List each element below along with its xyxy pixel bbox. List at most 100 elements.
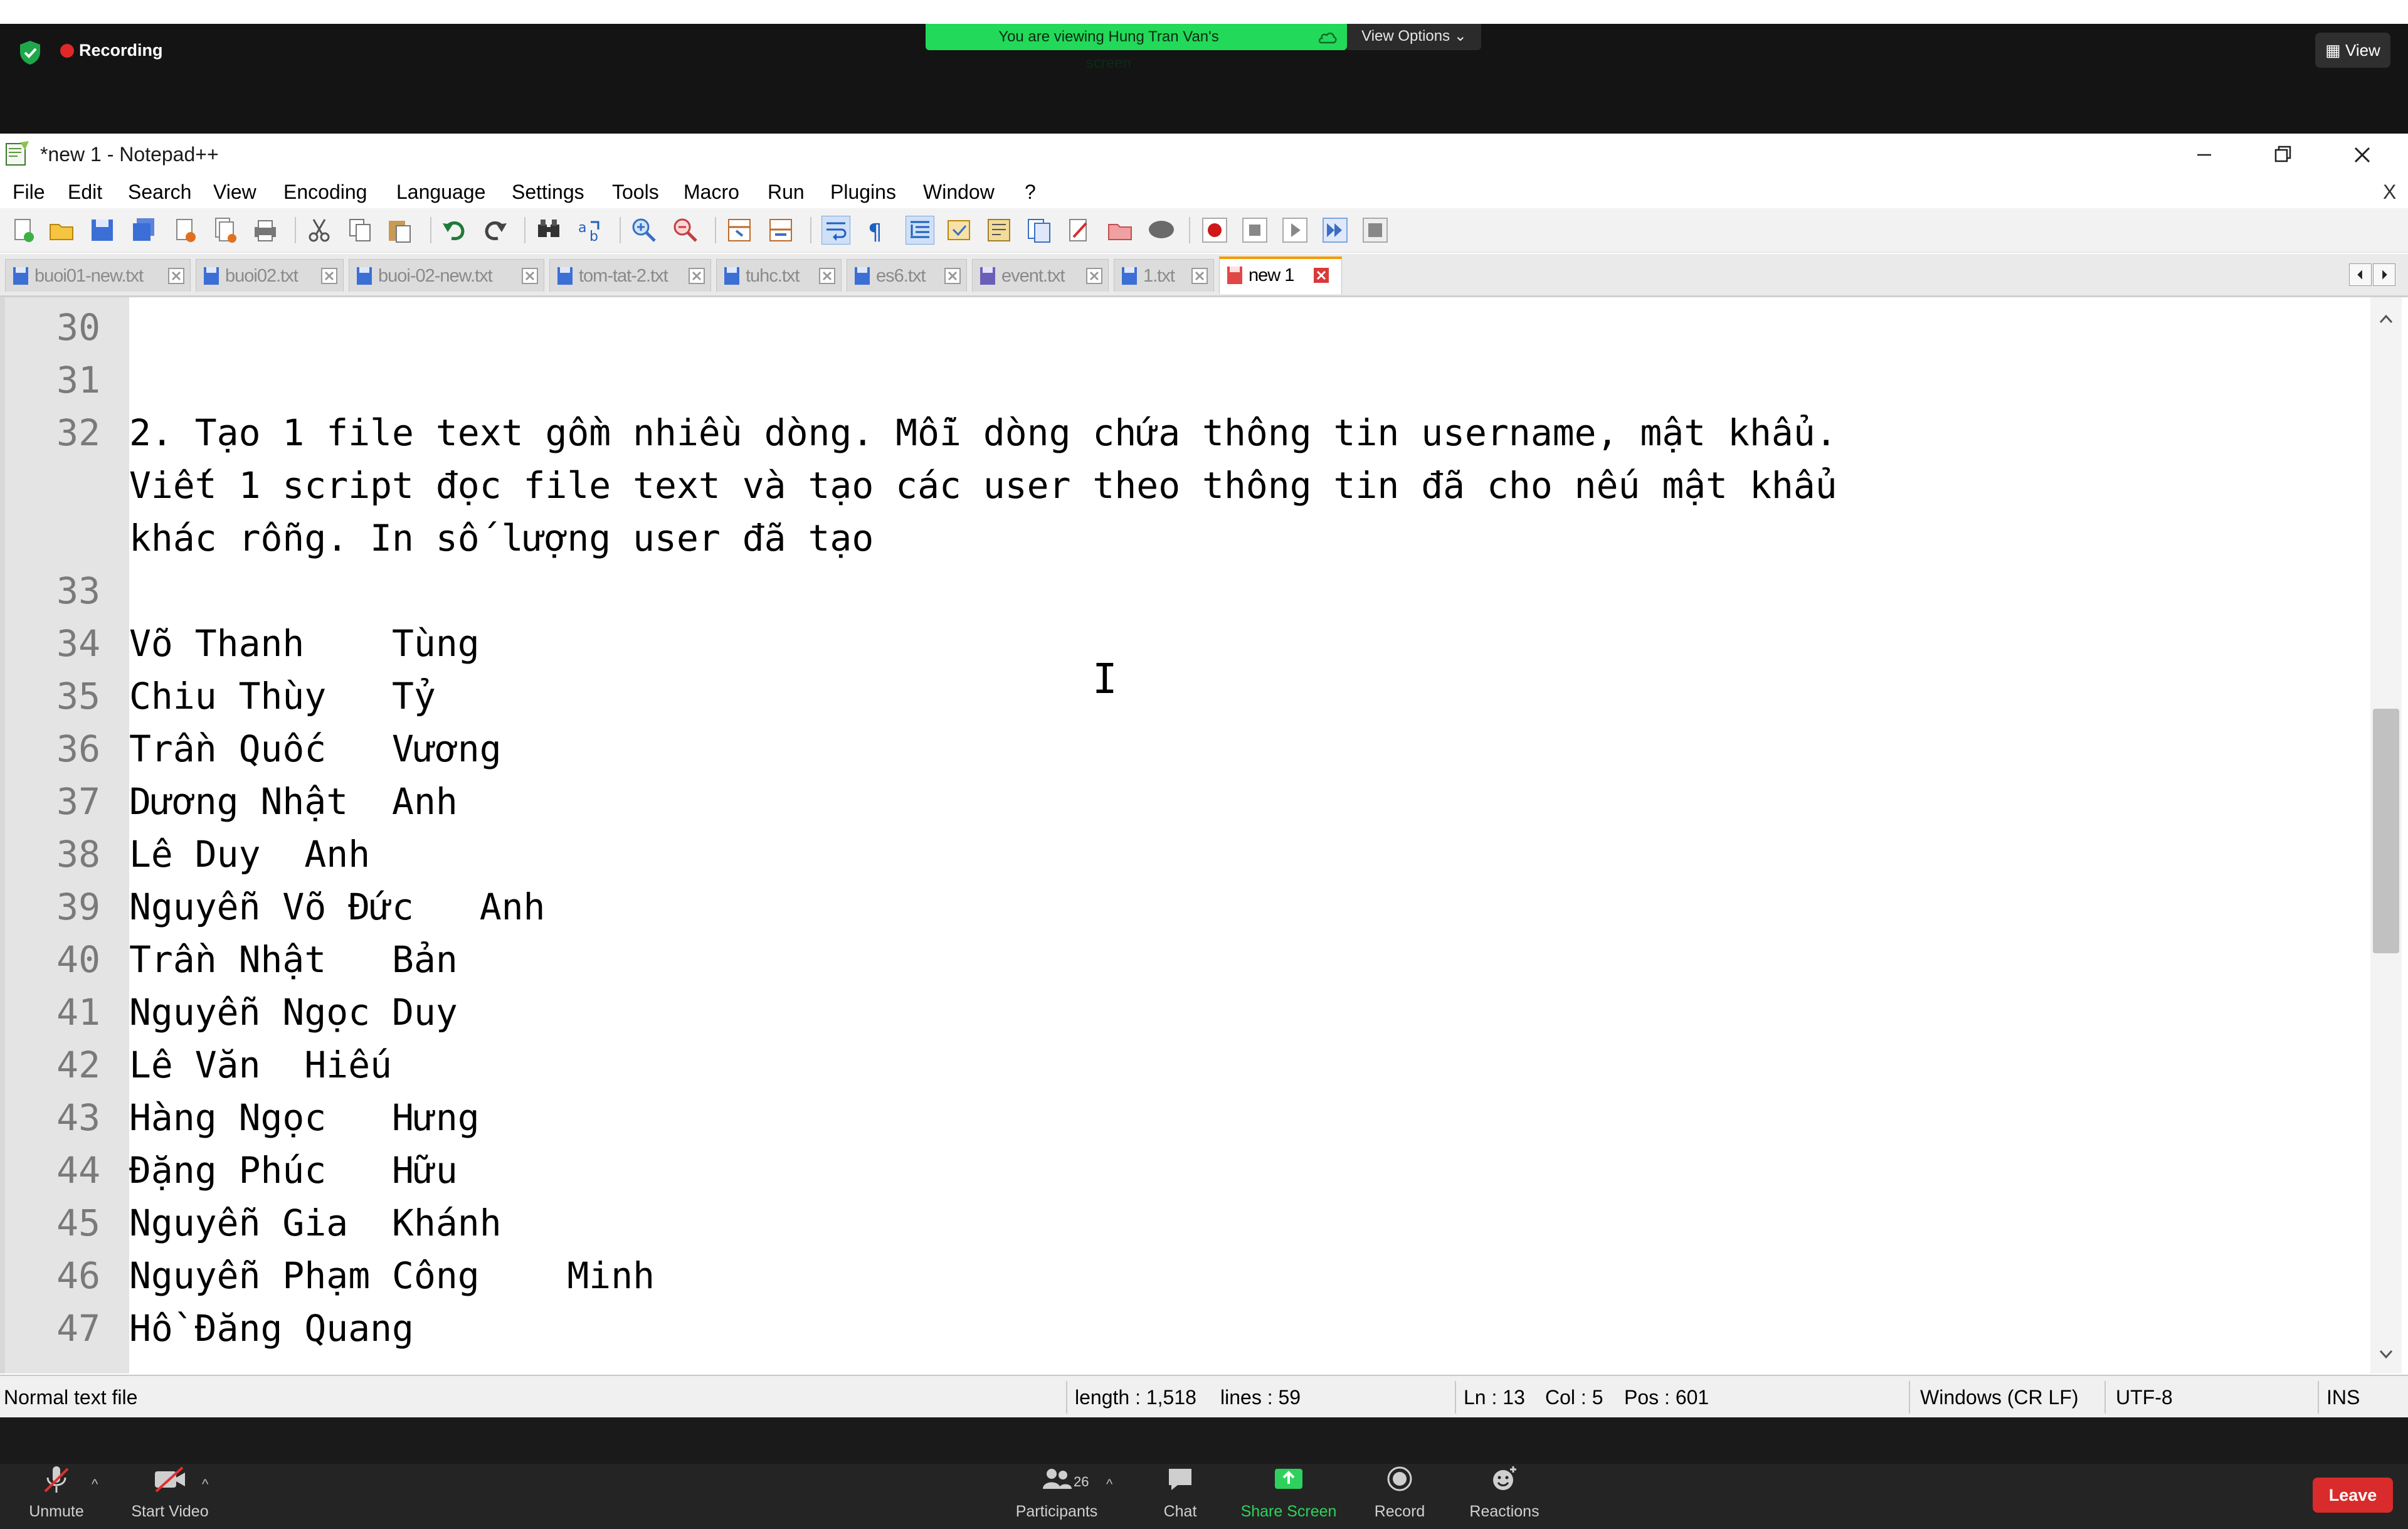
security-shield-icon[interactable] xyxy=(16,39,44,66)
close-all-icon[interactable] xyxy=(211,216,240,245)
participants-options-caret-icon[interactable]: ^ xyxy=(1106,1476,1112,1493)
tab-close-icon[interactable] xyxy=(818,267,836,285)
monitoring-icon[interactable] xyxy=(1106,216,1135,245)
status-encoding[interactable]: UTF-8 xyxy=(2116,1385,2173,1410)
stop-macro-icon[interactable] xyxy=(1240,216,1269,245)
code-line[interactable]: Nguyễn Gia Khánh xyxy=(129,1197,502,1249)
status-eol[interactable]: Windows (CR LF) xyxy=(1920,1385,2078,1410)
code-line[interactable]: Nguyễn Võ Đức Anh xyxy=(129,881,545,933)
record-macro-icon[interactable] xyxy=(1200,216,1229,245)
tab-new-1[interactable]: new 1 xyxy=(1219,257,1342,294)
tab-close-icon[interactable] xyxy=(1085,267,1103,285)
folder-workspace-icon[interactable] xyxy=(1065,216,1094,245)
speech-bubble-icon[interactable] xyxy=(1146,216,1175,245)
tab-close-icon[interactable] xyxy=(1312,267,1330,284)
tab-scroll-left-icon[interactable] xyxy=(2349,263,2372,286)
tab-close-icon[interactable] xyxy=(167,267,185,285)
close-document-button[interactable]: X xyxy=(2383,178,2396,206)
view-button[interactable]: ▦ View xyxy=(2315,33,2390,68)
tab-close-icon[interactable] xyxy=(521,267,539,285)
zoom-out-icon[interactable] xyxy=(671,216,700,245)
code-line[interactable]: Nguyễn Phạm Công Minh xyxy=(129,1249,655,1302)
unmute-button[interactable]: Unmute xyxy=(19,1464,94,1522)
scroll-up-icon[interactable] xyxy=(2374,307,2398,331)
menu-language[interactable]: Language xyxy=(396,178,485,206)
menu-encoding[interactable]: Encoding xyxy=(283,178,367,206)
tab-es6[interactable]: es6.txt xyxy=(847,259,967,292)
function-list-icon[interactable] xyxy=(1025,216,1054,245)
save-all-icon[interactable] xyxy=(129,216,158,245)
code-line[interactable]: Nguyễn Ngọc Duy xyxy=(129,986,458,1039)
tab-close-icon[interactable] xyxy=(320,267,338,285)
menu-file[interactable]: File xyxy=(13,178,45,206)
tab-tuhc[interactable]: tuhc.txt xyxy=(716,259,842,292)
participants-button[interactable]: Participants xyxy=(1002,1464,1111,1522)
restore-button[interactable] xyxy=(2248,137,2317,173)
close-window-button[interactable] xyxy=(2328,137,2397,173)
code-line[interactable]: Trần Nhật Bản xyxy=(129,933,458,986)
code-line[interactable]: Dương Nhật Anh xyxy=(129,775,458,828)
play-macro-icon[interactable] xyxy=(1281,216,1309,245)
paste-icon[interactable] xyxy=(385,216,414,245)
code-line[interactable]: Đặng Phúc Hữu xyxy=(129,1144,458,1197)
tab-close-icon[interactable] xyxy=(688,267,705,285)
cut-icon[interactable] xyxy=(305,216,334,245)
tab-event[interactable]: event.txt xyxy=(972,259,1109,292)
code-line[interactable]: 2. Tạo 1 file text gồm nhiều dòng. Mỗi d… xyxy=(129,406,1837,459)
close-icon[interactable] xyxy=(171,216,199,245)
code-line-wrapped[interactable]: Viết 1 script đọc file text và tạo các u… xyxy=(129,459,1837,512)
menu-run[interactable]: Run xyxy=(768,178,805,206)
zoom-in-icon[interactable] xyxy=(630,216,658,245)
code-line[interactable]: Chiu Thùy Tỷ xyxy=(129,670,436,722)
indent-guide-icon[interactable] xyxy=(906,216,934,245)
menu-window[interactable]: Window xyxy=(923,178,995,206)
menu-search[interactable]: Search xyxy=(128,178,191,206)
tab-scroll-right-icon[interactable] xyxy=(2373,263,2395,286)
record-button[interactable]: Record xyxy=(1362,1464,1437,1522)
find-icon[interactable] xyxy=(534,216,563,245)
save-icon[interactable] xyxy=(88,216,117,245)
tab-buoi02[interactable]: buoi02.txt xyxy=(196,259,344,292)
chat-button[interactable]: Chat xyxy=(1143,1464,1218,1522)
udl-icon[interactable] xyxy=(944,216,973,245)
save-macro-icon[interactable] xyxy=(1361,216,1390,245)
scroll-down-icon[interactable] xyxy=(2374,1342,2398,1366)
share-screen-button[interactable]: Share Screen xyxy=(1235,1464,1342,1522)
sync-vertical-icon[interactable] xyxy=(725,216,754,245)
audio-options-caret-icon[interactable]: ^ xyxy=(92,1476,98,1493)
tab-tom-tat-2[interactable]: tom-tat-2.txt xyxy=(549,259,711,292)
code-line[interactable]: Lê Văn Hiếu xyxy=(129,1039,392,1091)
menu-settings[interactable]: Settings xyxy=(512,178,584,206)
reactions-button[interactable]: Reactions xyxy=(1459,1464,1550,1522)
code-line[interactable]: Hàng Ngọc Hưng xyxy=(129,1091,480,1144)
leave-button[interactable]: Leave xyxy=(2313,1478,2393,1513)
start-video-button[interactable]: Start Video xyxy=(123,1464,217,1522)
tab-buoi01-new[interactable]: buoi01-new.txt xyxy=(5,259,191,292)
redo-icon[interactable] xyxy=(480,216,509,245)
code-line[interactable]: Trần Quốc Vương xyxy=(129,722,502,775)
tab-1[interactable]: 1.txt xyxy=(1114,259,1214,292)
show-all-chars-icon[interactable]: ¶ xyxy=(862,216,890,245)
tab-close-icon[interactable] xyxy=(1191,267,1208,285)
menu-tools[interactable]: Tools xyxy=(612,178,659,206)
document-map-icon[interactable] xyxy=(985,216,1013,245)
tab-buoi-02-new[interactable]: buoi-02-new.txt xyxy=(349,259,544,292)
code-line-wrapped[interactable]: khác rỗng. In số lượng user đã tạo xyxy=(129,512,874,564)
new-file-icon[interactable] xyxy=(9,216,38,245)
sync-horizontal-icon[interactable] xyxy=(766,216,795,245)
open-file-icon[interactable] xyxy=(48,216,77,245)
menu-plugins[interactable]: Plugins xyxy=(830,178,896,206)
menu-edit[interactable]: Edit xyxy=(68,178,102,206)
copy-icon[interactable] xyxy=(346,216,375,245)
scrollbar-thumb[interactable] xyxy=(2373,709,2399,953)
menu-help[interactable]: ? xyxy=(1025,178,1036,206)
word-wrap-icon[interactable] xyxy=(821,216,850,245)
menu-macro[interactable]: Macro xyxy=(684,178,739,206)
replace-icon[interactable]: ab xyxy=(576,216,605,245)
code-line[interactable]: Hồ Đăng Quang xyxy=(129,1302,414,1355)
video-options-caret-icon[interactable]: ^ xyxy=(202,1476,208,1493)
status-insert-mode[interactable]: INS xyxy=(2326,1385,2360,1410)
print-icon[interactable] xyxy=(251,216,280,245)
run-macro-multiple-icon[interactable] xyxy=(1321,216,1349,245)
undo-icon[interactable] xyxy=(440,216,469,245)
